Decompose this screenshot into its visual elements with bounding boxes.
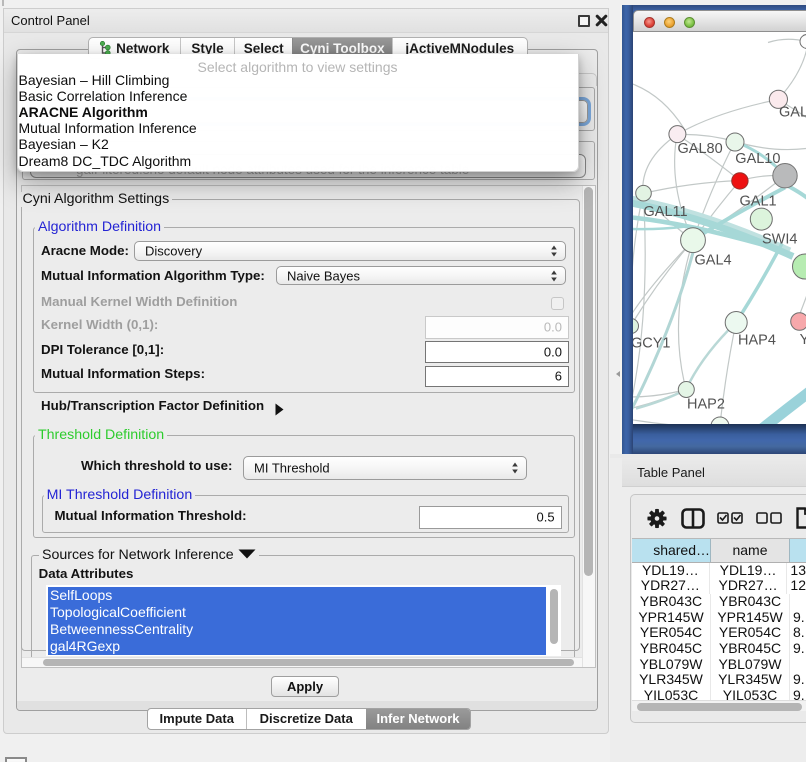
svg-text:SWI4: SWI4 bbox=[762, 231, 797, 247]
svg-text:HAP4: HAP4 bbox=[738, 332, 776, 348]
svg-text:GAL1: GAL1 bbox=[740, 193, 777, 209]
svg-text:GAL10: GAL10 bbox=[735, 151, 780, 167]
svg-text:GAL80: GAL80 bbox=[678, 141, 723, 157]
svg-text:GCY1: GCY1 bbox=[633, 335, 671, 351]
svg-text:GAL11: GAL11 bbox=[644, 203, 688, 219]
svg-text:GAL7: GAL7 bbox=[779, 104, 806, 120]
svg-text:YJ: YJ bbox=[800, 332, 806, 348]
svg-text:GAL4: GAL4 bbox=[695, 252, 732, 268]
svg-text:HAP2: HAP2 bbox=[687, 396, 725, 412]
